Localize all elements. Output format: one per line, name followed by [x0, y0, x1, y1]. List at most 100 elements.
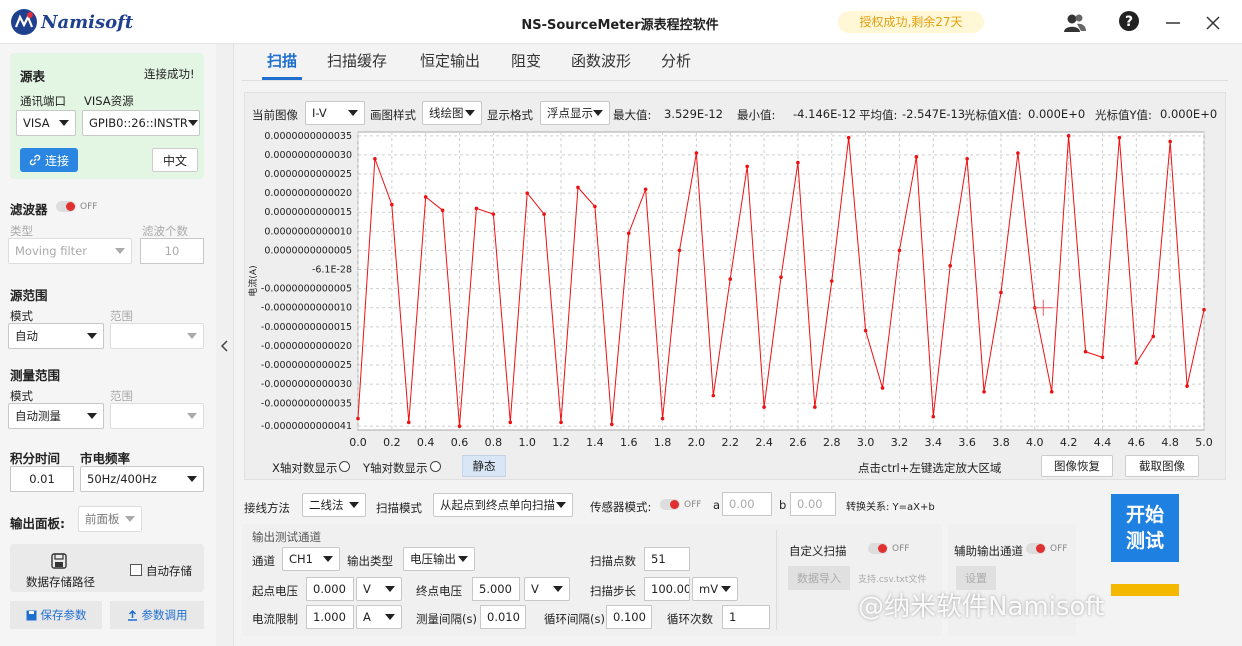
capture-image-button[interactable]: 截取图像: [1125, 455, 1199, 477]
step-input[interactable]: 100.00: [644, 577, 690, 601]
frequency-select[interactable]: 50Hz/400Hz: [80, 466, 204, 492]
current-limit-input[interactable]: 1.000: [306, 605, 354, 629]
source-range-select[interactable]: [110, 323, 204, 349]
y-tick-label: 0.0000000000035: [264, 131, 352, 142]
start-unit-select[interactable]: V: [356, 577, 402, 601]
x-tick-label: 2.2: [721, 436, 739, 449]
minimize-icon[interactable]: [1160, 10, 1186, 36]
tab-resistive-switching[interactable]: 阻变: [511, 50, 541, 71]
tab-scan-buffer[interactable]: 扫描缓存: [327, 50, 387, 71]
style-select[interactable]: 线绘图: [422, 101, 482, 125]
stop-button[interactable]: [1111, 584, 1179, 596]
a-input[interactable]: 0.00: [722, 492, 772, 516]
y-log-label: Y轴对数显示: [363, 461, 428, 475]
close-icon[interactable]: [1200, 10, 1226, 36]
tab-analysis[interactable]: 分析: [661, 50, 691, 71]
loop-count-input[interactable]: 1: [722, 605, 770, 629]
measure-range-title: 测量范围: [10, 368, 61, 383]
logo-text: Namisoft: [41, 11, 134, 33]
avg-value: -2.547E-13: [902, 107, 966, 121]
svg-text:?: ?: [1125, 14, 1133, 30]
limit-unit-value: A: [363, 610, 371, 624]
data-point: [1083, 349, 1088, 354]
tab-function-waveform[interactable]: 函数波形: [571, 50, 631, 71]
user-icon[interactable]: [1062, 10, 1088, 36]
source-title: 源表: [20, 69, 46, 84]
end-voltage-label: 终点电压: [416, 584, 462, 598]
data-point: [694, 151, 699, 155]
loop-interval-input[interactable]: 0.100: [606, 605, 652, 629]
custom-scan-toggle-label: OFF: [892, 543, 910, 554]
custom-scan-toggle[interactable]: OFF: [868, 543, 909, 554]
data-point: [931, 414, 936, 419]
format-select[interactable]: 浮点显示: [540, 101, 610, 125]
visa-label: VISA资源: [84, 94, 134, 108]
chevron-left-icon[interactable]: [219, 339, 231, 353]
measure-mode-select[interactable]: 自动测量: [8, 403, 104, 429]
auto-save-checkbox[interactable]: [130, 564, 142, 576]
link-icon: [29, 154, 41, 166]
import-data-button[interactable]: 数据导入: [788, 566, 850, 590]
data-point: [491, 212, 496, 216]
sensor-toggle[interactable]: OFF: [660, 499, 701, 510]
wiring-select[interactable]: 二线法: [302, 493, 366, 517]
limit-unit-select[interactable]: A: [356, 605, 402, 629]
data-point: [576, 185, 580, 190]
aux-output-toggle[interactable]: OFF: [1026, 543, 1067, 554]
connect-button[interactable]: 连接: [20, 148, 78, 172]
x-tick-label: 1.0: [518, 436, 536, 449]
end-voltage-input[interactable]: 5.000: [472, 577, 520, 601]
max-value: 3.529E-12: [664, 107, 723, 121]
step-unit-select[interactable]: mV: [692, 577, 738, 601]
channel-select[interactable]: CH1: [282, 547, 340, 571]
y-log-radio[interactable]: [430, 461, 441, 472]
interval-input[interactable]: 0.010: [480, 605, 526, 629]
measure-range-label: 范围: [110, 389, 133, 403]
source-mode-select[interactable]: 自动: [8, 323, 104, 349]
tab-constant-output[interactable]: 恒定输出: [420, 50, 480, 71]
start-voltage-input[interactable]: 0.000: [306, 577, 354, 601]
save-disk-icon[interactable]: [50, 552, 68, 570]
chevron-down-icon: [553, 586, 563, 592]
app-title: NS-SourceMeter源表程控软件: [521, 18, 719, 33]
start-test-button[interactable]: 开始测试: [1111, 494, 1179, 562]
measure-range-select[interactable]: [110, 403, 204, 429]
tab-scan[interactable]: 扫描: [267, 50, 297, 71]
filter-count-input[interactable]: 10: [140, 238, 204, 264]
static-button[interactable]: 静态: [462, 455, 506, 477]
filter-toggle[interactable]: OFF: [56, 201, 97, 212]
port-select[interactable]: VISA: [16, 110, 76, 136]
iv-chart[interactable]: 0.0 0.2 0.4 0.6 0.8 1.0 1.2 1.4 1.6 1.8 2.0 2.2 2.4 2…: [244, 124, 1226, 454]
scan-mode-select[interactable]: 从起点到终点单向扫描: [433, 493, 573, 517]
data-point: [1134, 361, 1139, 365]
y-tick-label: -0.0000000000020: [261, 341, 352, 352]
frequency-value: 50Hz/400Hz: [87, 472, 157, 486]
filter-type-value: Moving filter: [15, 244, 87, 258]
output-panel-select[interactable]: 前面板: [78, 506, 142, 532]
image-select[interactable]: I-V: [305, 101, 365, 125]
b-input[interactable]: 0.00: [790, 492, 836, 516]
save-icon: [26, 610, 36, 620]
help-icon[interactable]: ?: [1116, 10, 1142, 36]
language-button[interactable]: 中文: [152, 148, 198, 172]
divider: [776, 530, 777, 630]
visa-select[interactable]: GPIB0::26::INSTR: [82, 110, 200, 136]
load-params-button[interactable]: 参数调用: [110, 601, 204, 629]
cursor-x-label: 光标值X值:: [964, 108, 1022, 122]
min-label: 最小值:: [737, 108, 776, 122]
integration-input[interactable]: 0.01: [10, 466, 74, 492]
chevron-down-icon: [115, 248, 125, 254]
restore-image-button[interactable]: 图像恢复: [1041, 455, 1113, 477]
output-type-select[interactable]: 电压输出: [403, 547, 475, 571]
end-unit-select[interactable]: V: [524, 577, 570, 601]
data-point: [982, 389, 986, 394]
section-title: 输出测试通道: [252, 530, 321, 544]
save-params-button[interactable]: 保存参数: [10, 601, 102, 629]
x-log-radio[interactable]: [339, 461, 350, 472]
x-tick-label: 0.0: [349, 436, 367, 449]
filter-type-select[interactable]: Moving filter: [8, 238, 132, 264]
points-input[interactable]: 51: [644, 547, 690, 571]
data-point: [457, 424, 462, 428]
tab-divider: [242, 80, 1228, 81]
data-point: [863, 328, 868, 333]
